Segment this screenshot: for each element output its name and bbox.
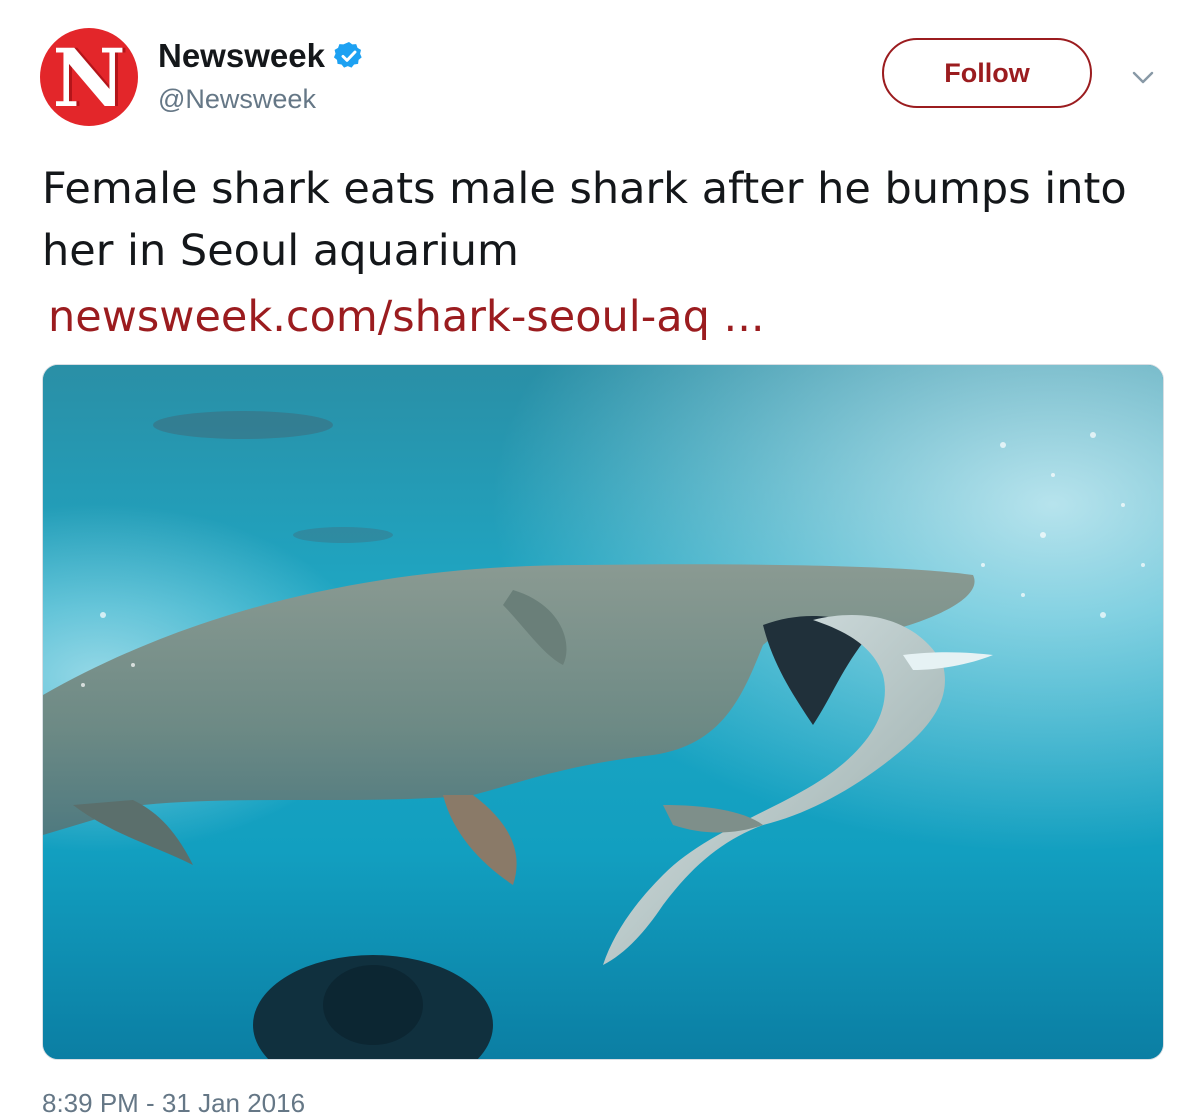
tweet-text: Female shark eats male shark after he bu…: [42, 164, 1127, 276]
tweet-photo[interactable]: [42, 364, 1164, 1060]
author-display-name[interactable]: Newsweek: [158, 37, 325, 75]
chevron-down-icon[interactable]: [1128, 62, 1158, 92]
tweet-link[interactable]: newsweek.com/shark-seoul-aq ...: [48, 286, 765, 348]
logo-letter: N: [52, 31, 126, 125]
tweet-card: N Newsweek @Newsweek Follow Female shark…: [0, 0, 1183, 1120]
shark-photo-image: [43, 365, 1163, 1059]
follow-button[interactable]: Follow: [882, 38, 1092, 108]
verified-badge-icon: [333, 42, 362, 68]
tweet-timestamp[interactable]: 8:39 PM - 31 Jan 2016: [42, 1088, 305, 1119]
newsweek-logo-avatar[interactable]: N: [40, 28, 138, 126]
author-name-row: Newsweek: [158, 36, 365, 76]
author-handle[interactable]: @Newsweek: [158, 84, 316, 115]
